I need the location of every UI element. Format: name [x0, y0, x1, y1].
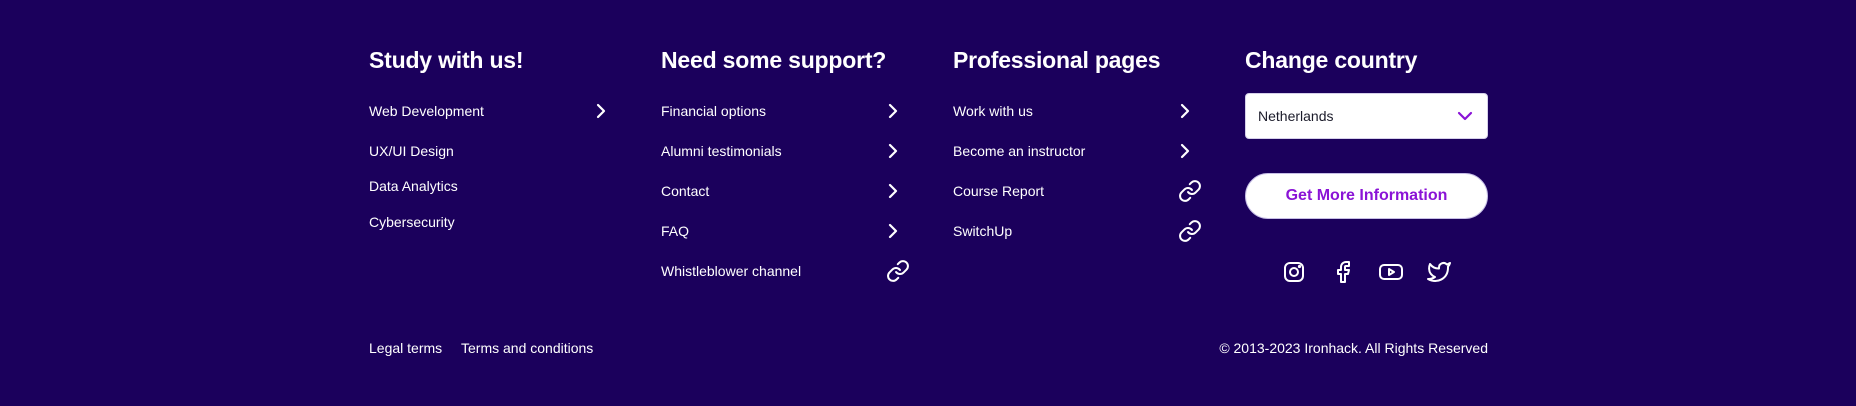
footer-link-alumni-testimonials[interactable]: Alumni testimonials [661, 137, 906, 165]
link-label: Whistleblower channel [661, 263, 802, 279]
footer-link-web-development[interactable]: Web Development [369, 97, 614, 125]
youtube-icon[interactable] [1377, 258, 1405, 286]
terms-and-conditions-link[interactable]: Terms and conditions [461, 340, 593, 356]
footer-link-whistleblower-channel[interactable]: Whistleblower channel [661, 257, 911, 285]
external-link-icon [1177, 218, 1203, 244]
footer-link-ux-ui-design[interactable]: UX/UI Design [369, 137, 569, 165]
link-label: Course Report [953, 183, 1045, 199]
footer-link-switchup[interactable]: SwitchUp [953, 217, 1203, 245]
link-label: Cybersecurity [369, 214, 455, 230]
column-title: Need some support? [661, 47, 887, 73]
link-label: Web Development [369, 103, 484, 119]
chevron-right-icon [1172, 138, 1198, 164]
instagram-icon[interactable] [1280, 258, 1308, 286]
footer-link-financial-options[interactable]: Financial options [661, 97, 906, 125]
link-label: FAQ [661, 223, 690, 239]
link-label: Work with us [953, 103, 1033, 119]
site-footer: Study with us! Web Development UX/UI Des… [0, 0, 1856, 406]
country-select[interactable]: Netherlands [1245, 93, 1488, 139]
link-label: Become an instructor [953, 143, 1086, 159]
footer-link-data-analytics[interactable]: Data Analytics [369, 172, 569, 200]
twitter-icon[interactable] [1425, 258, 1453, 286]
chevron-right-icon [880, 178, 906, 204]
column-title: Change country [1245, 47, 1418, 73]
chevron-right-icon [1172, 98, 1198, 124]
link-label: Financial options [661, 103, 767, 119]
column-title: Study with us! [369, 47, 524, 73]
footer-link-course-report[interactable]: Course Report [953, 177, 1203, 205]
chevron-right-icon [880, 218, 906, 244]
footer-link-work-with-us[interactable]: Work with us [953, 97, 1198, 125]
chevron-down-icon [1457, 108, 1473, 124]
external-link-icon [885, 258, 911, 284]
footer-link-become-instructor[interactable]: Become an instructor [953, 137, 1198, 165]
legal-terms-link[interactable]: Legal terms [369, 340, 442, 356]
facebook-icon[interactable] [1329, 258, 1357, 286]
copyright-text: © 2013-2023 Ironhack. All Rights Reserve… [1219, 340, 1488, 356]
chevron-right-icon [880, 98, 906, 124]
link-label: UX/UI Design [369, 143, 454, 159]
link-label: SwitchUp [953, 223, 1013, 239]
footer-link-contact[interactable]: Contact [661, 177, 906, 205]
link-label: Data Analytics [369, 178, 458, 194]
link-label: Alumni testimonials [661, 143, 782, 159]
column-title: Professional pages [953, 47, 1161, 73]
get-more-information-button[interactable]: Get More Information [1245, 173, 1488, 219]
chevron-right-icon [588, 98, 614, 124]
footer-link-faq[interactable]: FAQ [661, 217, 906, 245]
footer-link-cybersecurity[interactable]: Cybersecurity [369, 208, 569, 236]
chevron-right-icon [880, 138, 906, 164]
country-select-value: Netherlands [1258, 108, 1334, 124]
link-label: Contact [661, 183, 710, 199]
external-link-icon [1177, 178, 1203, 204]
